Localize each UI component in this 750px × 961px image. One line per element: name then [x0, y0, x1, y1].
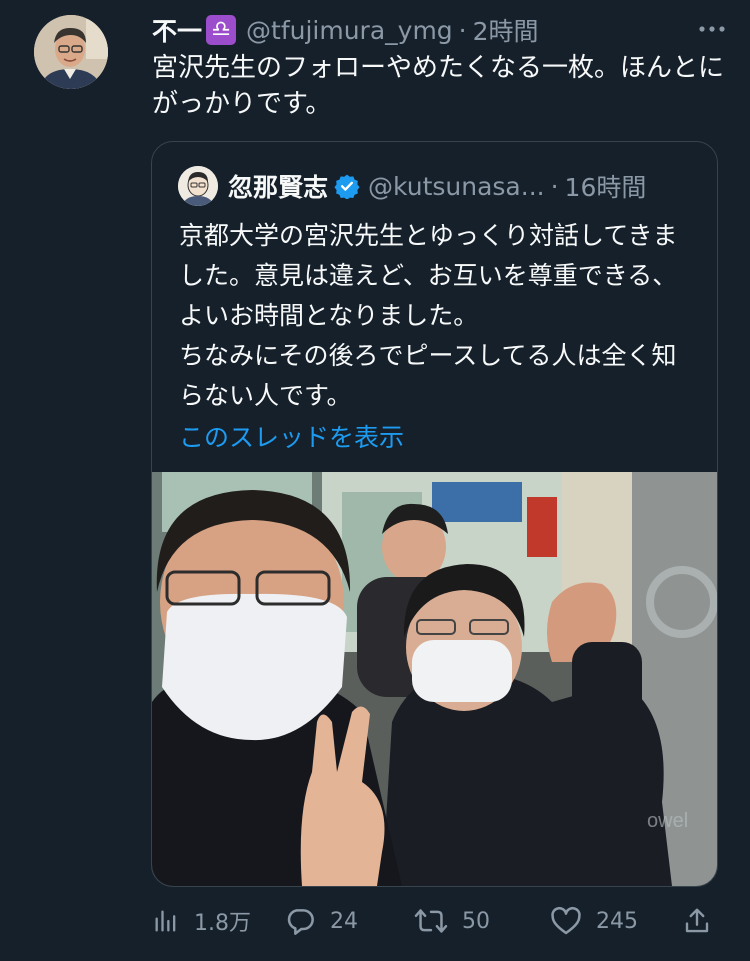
quoted-tweet-header: 忽那賢志 @kutsunasa... · 16時間: [178, 164, 697, 208]
reply-icon: [287, 909, 314, 935]
libra-emoji: ♎: [206, 15, 237, 45]
views-button[interactable]: 1.8万: [152, 896, 251, 946]
retweet-button[interactable]: 50: [414, 896, 490, 946]
views-count: 1.8万: [194, 911, 251, 936]
verified-badge: [334, 173, 360, 199]
tweet-actions: 1.8万 24 50 245: [152, 896, 722, 946]
author-avatar-image: [34, 15, 108, 89]
more-icon: [699, 26, 725, 32]
tweet-header: 不一 ♎ @tfujimura_ymg · 2時間: [152, 10, 730, 50]
author-handle[interactable]: @tfujimura_ymg: [246, 16, 453, 45]
quoted-separator-dot: ·: [550, 171, 559, 201]
verified-icon: [334, 174, 360, 199]
author-avatar[interactable]: [34, 15, 108, 89]
views-icon: [155, 910, 176, 932]
separator-dot: ·: [458, 15, 467, 45]
quoted-timestamp[interactable]: 16時間: [565, 168, 647, 204]
like-button[interactable]: 245: [550, 896, 638, 946]
share-icon: [685, 908, 709, 933]
author-name[interactable]: 不一: [152, 12, 202, 48]
quoted-avatar-illustration: [178, 166, 218, 206]
quoted-author-handle[interactable]: @kutsunasa...: [368, 172, 545, 201]
quoted-tweet-photo[interactable]: owel: [152, 472, 717, 886]
like-count: 245: [596, 908, 638, 934]
reply-count: 24: [330, 908, 358, 934]
tweet-text: 宮沢先生のフォローやめたくなる一枚。ほんとにがっかりです。: [152, 53, 725, 119]
share-button[interactable]: [682, 896, 726, 946]
more-button[interactable]: [694, 14, 730, 44]
quoted-author-avatar[interactable]: [178, 166, 218, 206]
tweet-timestamp[interactable]: 2時間: [473, 12, 539, 48]
retweet-count: 50: [462, 908, 490, 934]
reply-button[interactable]: 24: [284, 896, 358, 946]
retweet-icon: [414, 909, 448, 933]
show-thread-link[interactable]: このスレッドを表示: [179, 418, 404, 454]
svg-text:owel: owel: [647, 810, 688, 832]
quoted-author-name[interactable]: 忽那賢志: [228, 168, 328, 204]
quoted-tweet-text: 京都大学の宮沢先生とゆっくり対話してきました。意見は違えど、お互いを尊重できる、…: [179, 221, 678, 410]
like-icon: [551, 906, 581, 935]
quoted-tweet-card[interactable]: 忽那賢志 @kutsunasa... · 16時間 京都大学の宮沢先生とゆっくり…: [151, 141, 718, 887]
